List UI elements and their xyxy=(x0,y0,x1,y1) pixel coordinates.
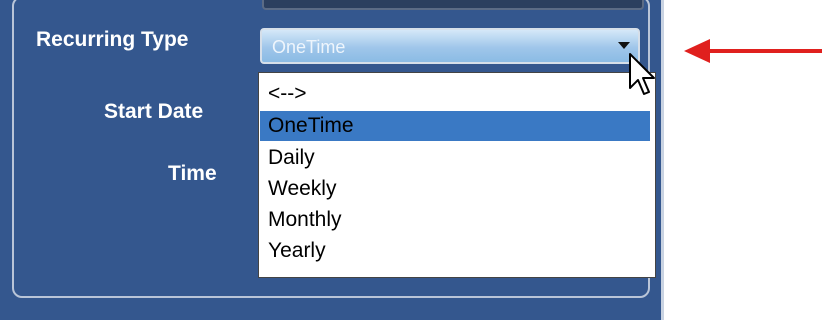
chevron-down-icon[interactable] xyxy=(618,42,630,49)
option-monthly[interactable]: Monthly xyxy=(260,205,650,235)
annotation-arrow-icon xyxy=(684,39,822,63)
form-panel: Recurring Type Start Date Time OneTime <… xyxy=(0,0,664,320)
time-label: Time xyxy=(168,162,217,185)
select-value: OneTime xyxy=(272,37,346,57)
option-onetime[interactable]: OneTime xyxy=(260,111,650,141)
option-daily[interactable]: Daily xyxy=(260,143,650,173)
start-date-label: Start Date xyxy=(104,100,204,123)
option-yearly[interactable]: Yearly xyxy=(260,236,650,266)
recurring-type-label: Recurring Type xyxy=(36,28,189,51)
option-none[interactable]: <--> xyxy=(260,79,650,109)
option-weekly[interactable]: Weekly xyxy=(260,174,650,204)
previous-field[interactable] xyxy=(262,0,644,10)
recurring-type-dropdown: <--> OneTime Daily Weekly Monthly Yearly xyxy=(258,72,656,278)
mouse-pointer-icon xyxy=(629,53,655,95)
recurring-type-select[interactable]: OneTime xyxy=(260,28,640,64)
